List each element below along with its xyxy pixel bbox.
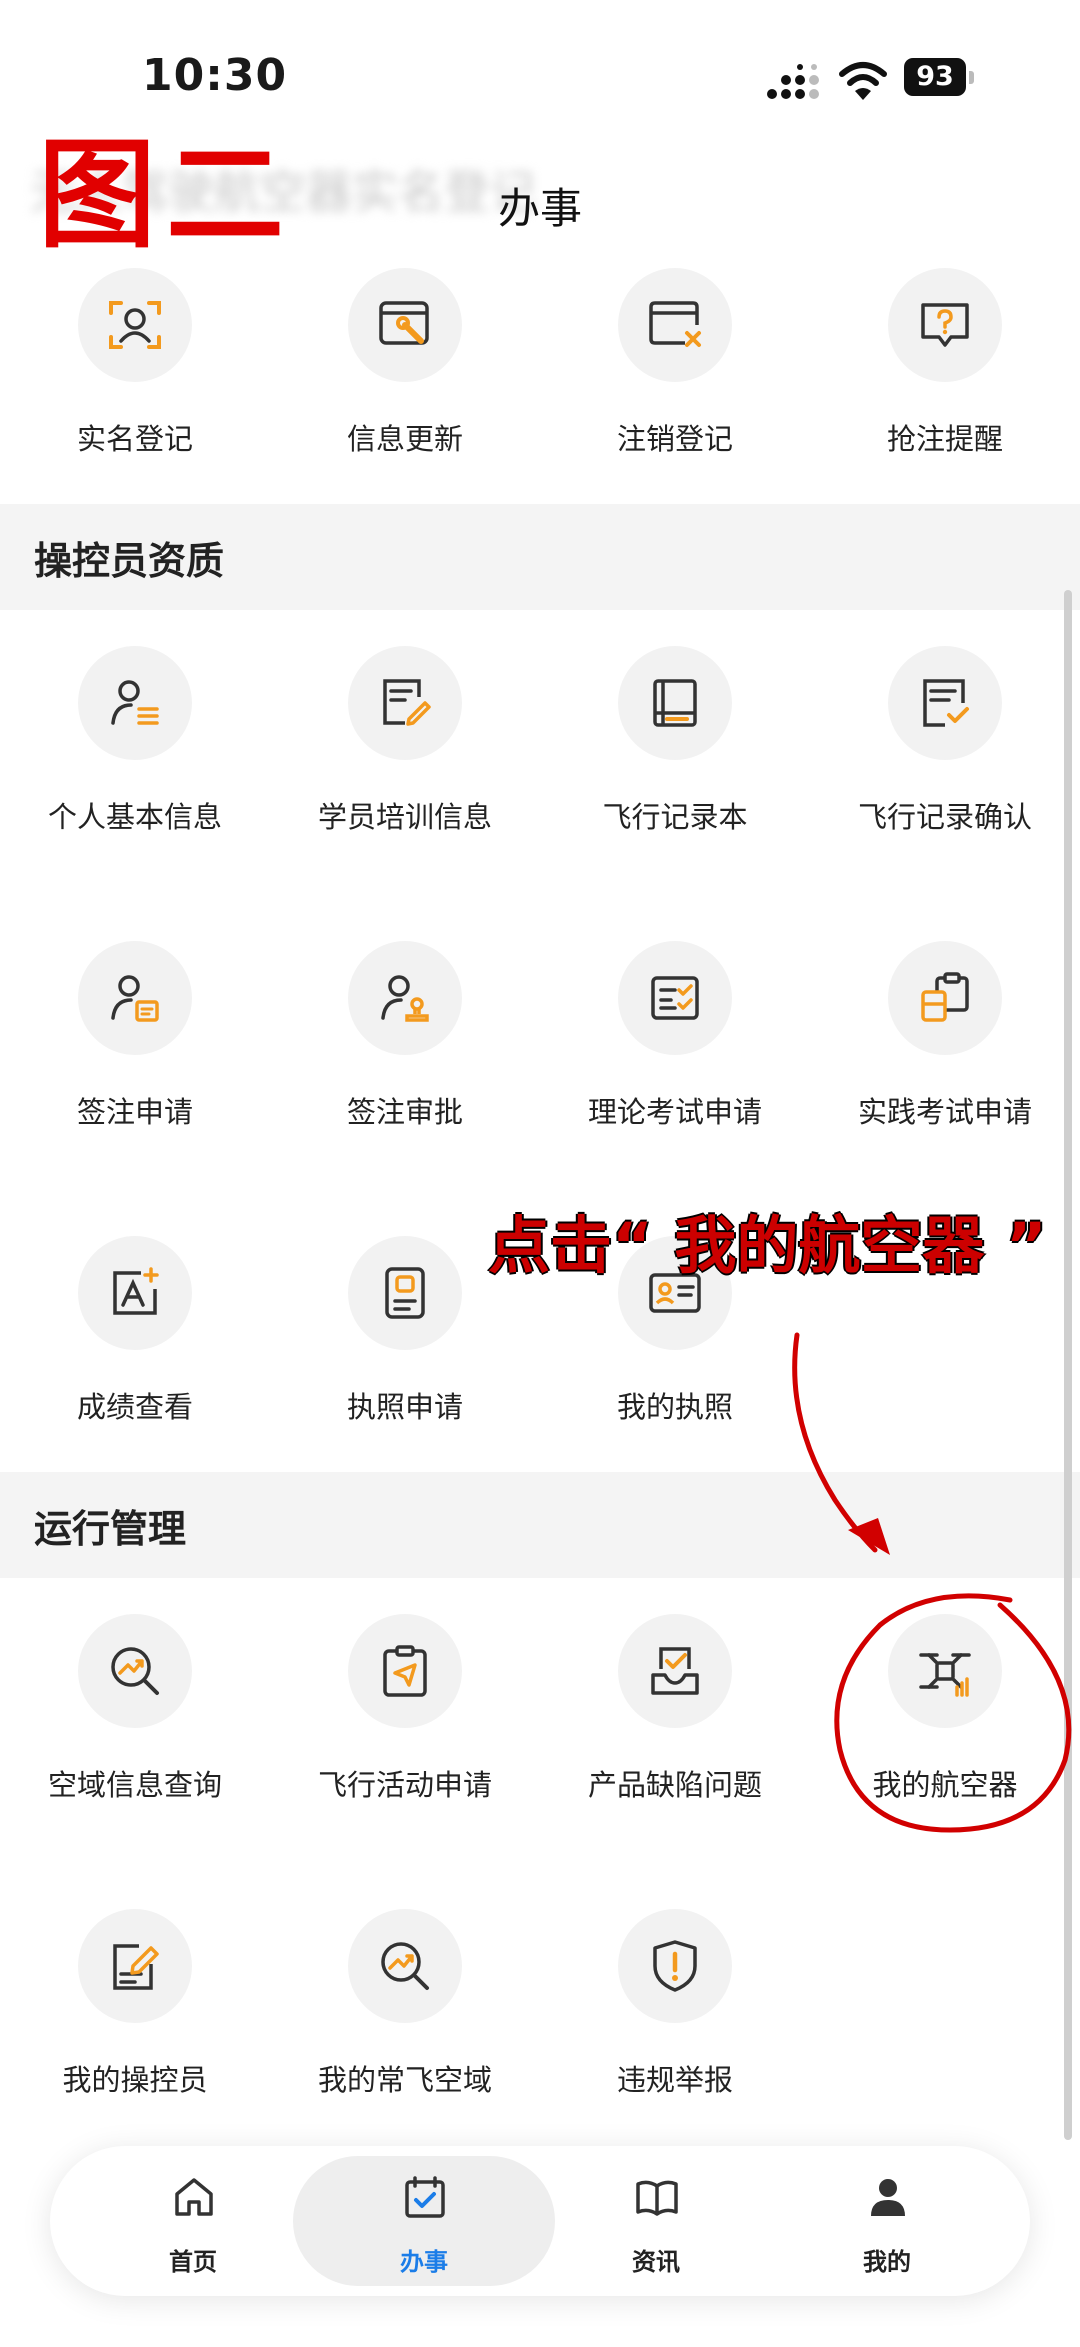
service-label: 我的航空器 — [872, 1768, 1018, 1802]
person-doc-icon — [78, 941, 192, 1055]
search-trend-icon — [348, 1909, 462, 2023]
tab-label: 办事 — [400, 2248, 448, 2276]
letter-a-icon — [78, 1236, 192, 1350]
service-airspace-query[interactable]: 空域信息查询 — [0, 1614, 270, 1814]
service-score-view[interactable]: 成绩查看 — [0, 1236, 270, 1436]
service-label: 飞行记录本 — [602, 800, 748, 834]
cellular-signal-icon — [767, 64, 819, 99]
doc-edit-icon — [78, 1909, 192, 2023]
user-icon — [871, 2179, 905, 2216]
question-bubble-icon — [888, 268, 1002, 382]
clipboard-plane-icon — [348, 1614, 462, 1728]
service-flight-record-confirm[interactable]: 飞行记录确认 — [810, 646, 1080, 846]
tab-label: 资讯 — [632, 2248, 680, 2276]
service-endorsement-approval[interactable]: 签注审批 — [270, 941, 540, 1141]
status-time: 10:30 — [142, 50, 288, 101]
service-practical-exam-apply[interactable]: 实践考试申请 — [810, 941, 1080, 1141]
doc-pen-icon — [348, 646, 462, 760]
service-label: 成绩查看 — [76, 1390, 193, 1424]
battery-level: 93 — [904, 58, 966, 96]
bottom-tab-bar: 首页 办事 资讯 我的 — [50, 2146, 1030, 2296]
service-label: 违规举报 — [616, 2063, 733, 2097]
service-label: 注销登记 — [616, 422, 733, 456]
service-label: 信息更新 — [346, 422, 463, 456]
service-product-defect[interactable]: 产品缺陷问题 — [540, 1614, 810, 1814]
service-label: 学员培训信息 — [317, 800, 492, 834]
service-label: 我的执照 — [616, 1390, 733, 1424]
checklist-icon — [618, 941, 732, 1055]
calendar-check-icon — [405, 2176, 445, 2218]
service-label: 抢注提醒 — [886, 422, 1003, 456]
service-label: 飞行活动申请 — [317, 1768, 492, 1802]
service-info-update[interactable]: 信息更新 — [270, 268, 540, 468]
tab-services[interactable]: 办事 — [324, 2146, 524, 2296]
tab-label: 我的 — [863, 2248, 911, 2276]
service-my-frequent-airspace[interactable]: 我的常飞空域 — [270, 1909, 540, 2109]
background-blur-row — [0, 0, 1080, 40]
clipboard-copy-icon — [888, 941, 1002, 1055]
book-icon — [618, 646, 732, 760]
service-my-operator[interactable]: 我的操控员 — [0, 1909, 270, 2109]
service-label: 理论考试申请 — [587, 1095, 762, 1129]
service-label: 个人基本信息 — [47, 800, 222, 834]
service-violation-report[interactable]: 违规举报 — [540, 1909, 810, 2109]
service-label: 我的常飞空域 — [317, 2063, 492, 2097]
service-flight-logbook[interactable]: 飞行记录本 — [540, 646, 810, 846]
section-title: 运行管理 — [34, 1507, 187, 1551]
service-label: 实名登记 — [76, 422, 193, 456]
tab-mine[interactable]: 我的 — [787, 2146, 987, 2296]
open-book-icon — [636, 2180, 678, 2216]
section-title: 操控员资质 — [34, 539, 225, 583]
tab-home[interactable]: 首页 — [93, 2146, 293, 2296]
person-stamp-icon — [348, 941, 462, 1055]
service-theory-exam-apply[interactable]: 理论考试申请 — [540, 941, 810, 1141]
id-card-icon — [348, 1236, 462, 1350]
wifi-icon — [839, 62, 887, 100]
service-personal-info[interactable]: 个人基本信息 — [0, 646, 270, 846]
service-endorsement-apply[interactable]: 签注申请 — [0, 941, 270, 1141]
service-label: 产品缺陷问题 — [587, 1768, 762, 1802]
battery-indicator: 93 — [904, 58, 974, 98]
search-trend-icon — [78, 1614, 192, 1728]
service-label: 实践考试申请 — [857, 1095, 1032, 1129]
service-cancel-register[interactable]: 注销登记 — [540, 268, 810, 468]
service-label: 我的操控员 — [62, 2063, 208, 2097]
tab-label: 首页 — [169, 2248, 217, 2276]
service-squat-alert[interactable]: 抢注提醒 — [810, 268, 1080, 468]
person-list-icon — [78, 646, 192, 760]
battery-tip — [969, 71, 974, 84]
service-label: 执照申请 — [346, 1390, 463, 1424]
section-header-operations: 运行管理 — [0, 1472, 1080, 1578]
face-scan-icon — [78, 268, 192, 382]
window-close-icon — [618, 268, 732, 382]
service-flight-activity-apply[interactable]: 飞行活动申请 — [270, 1614, 540, 1814]
service-label: 飞行记录确认 — [857, 800, 1032, 834]
service-label: 签注审批 — [346, 1095, 463, 1129]
tray-check-icon — [618, 1614, 732, 1728]
home-icon — [175, 2178, 213, 2216]
service-label: 空域信息查询 — [47, 1768, 222, 1802]
service-label: 签注申请 — [76, 1095, 193, 1129]
service-my-aircraft[interactable]: 我的航空器 — [810, 1614, 1080, 1814]
annotation-instruction: 点击“ 我的航空器 ” — [488, 1209, 1047, 1282]
page-header: 无人驾驶航空器实名登记 图二 办事 — [0, 130, 1080, 254]
window-wrench-icon — [348, 268, 462, 382]
drone-icon — [888, 1614, 1002, 1728]
doc-check-icon — [888, 646, 1002, 760]
scrollbar[interactable] — [1064, 590, 1072, 2140]
page-title: 办事 — [497, 184, 582, 233]
service-real-name-register[interactable]: 实名登记 — [0, 268, 270, 468]
service-trainee-info[interactable]: 学员培训信息 — [270, 646, 540, 846]
status-bar: 10:30 93 — [0, 40, 1080, 120]
section-header-operator-qualification: 操控员资质 — [0, 504, 1080, 610]
shield-alert-icon — [618, 1909, 732, 2023]
tab-news[interactable]: 资讯 — [556, 2146, 756, 2296]
